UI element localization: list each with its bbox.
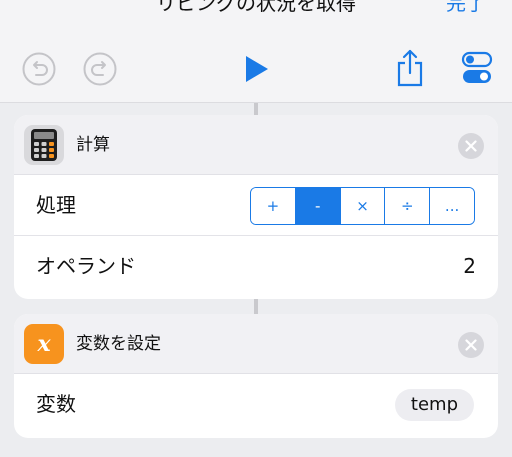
variable-label: 変数 bbox=[36, 392, 76, 416]
card-title: 計算 bbox=[76, 135, 110, 155]
set-variable-action-card[interactable]: x 変数を設定 変数 temp bbox=[14, 314, 498, 438]
close-icon bbox=[465, 140, 477, 152]
operation-segmented-control[interactable]: + - × ÷ ... bbox=[250, 187, 475, 225]
operand-value[interactable]: 2 bbox=[463, 236, 476, 296]
operand-label: オペランド bbox=[36, 254, 136, 278]
close-icon bbox=[465, 339, 477, 351]
operand-row[interactable]: オペランド 2 bbox=[14, 235, 498, 295]
card-header: x 変数を設定 bbox=[14, 314, 498, 374]
operation-plus[interactable]: + bbox=[251, 188, 295, 224]
operation-divide[interactable]: ÷ bbox=[384, 188, 430, 224]
operation-row: 処理 + - × ÷ ... bbox=[14, 175, 498, 235]
remove-action-button[interactable] bbox=[458, 133, 484, 159]
svg-text:x: x bbox=[36, 331, 51, 357]
card-title: 変数を設定 bbox=[76, 334, 161, 354]
redo-icon[interactable] bbox=[83, 52, 117, 86]
flow-connector bbox=[254, 299, 258, 314]
operation-more[interactable]: ... bbox=[429, 188, 474, 224]
undo-icon[interactable] bbox=[22, 52, 56, 86]
navigation-bar: リピングの状況を取得 完了 bbox=[0, 0, 512, 103]
variable-row: 変数 temp bbox=[14, 374, 498, 434]
operation-minus[interactable]: - bbox=[294, 188, 340, 224]
calculate-action-card[interactable]: 計算 処理 + - × ÷ ... オペランド 2 bbox=[14, 115, 498, 299]
settings-toggle-icon[interactable] bbox=[461, 50, 493, 86]
remove-action-button[interactable] bbox=[458, 332, 484, 358]
share-icon[interactable] bbox=[396, 48, 424, 88]
play-icon[interactable] bbox=[244, 55, 270, 83]
card-header: 計算 bbox=[14, 115, 498, 175]
calculator-icon bbox=[24, 125, 64, 165]
operation-multiply[interactable]: × bbox=[339, 188, 385, 224]
flow-connector bbox=[254, 103, 258, 115]
variable-x-icon: x bbox=[24, 324, 64, 364]
done-button[interactable]: 完了 bbox=[446, 0, 486, 16]
variable-name-token[interactable]: temp bbox=[394, 389, 474, 421]
operation-label: 処理 bbox=[36, 193, 76, 217]
shortcut-title: リピングの状況を取得 bbox=[156, 0, 356, 15]
